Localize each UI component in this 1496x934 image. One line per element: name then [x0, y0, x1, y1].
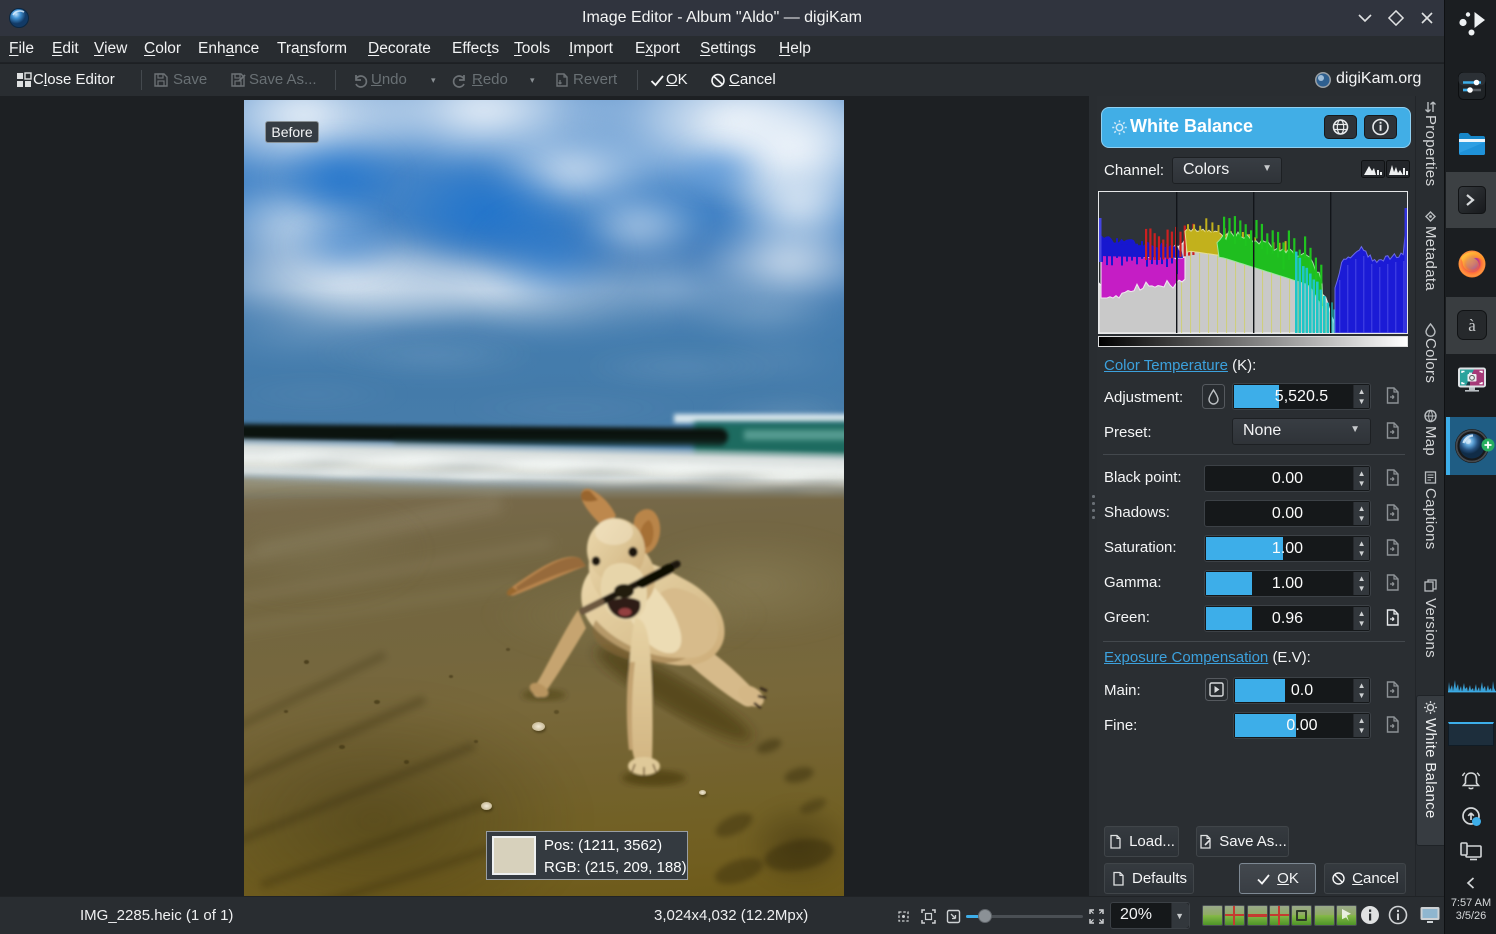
svg-text:à: à: [1468, 316, 1476, 335]
